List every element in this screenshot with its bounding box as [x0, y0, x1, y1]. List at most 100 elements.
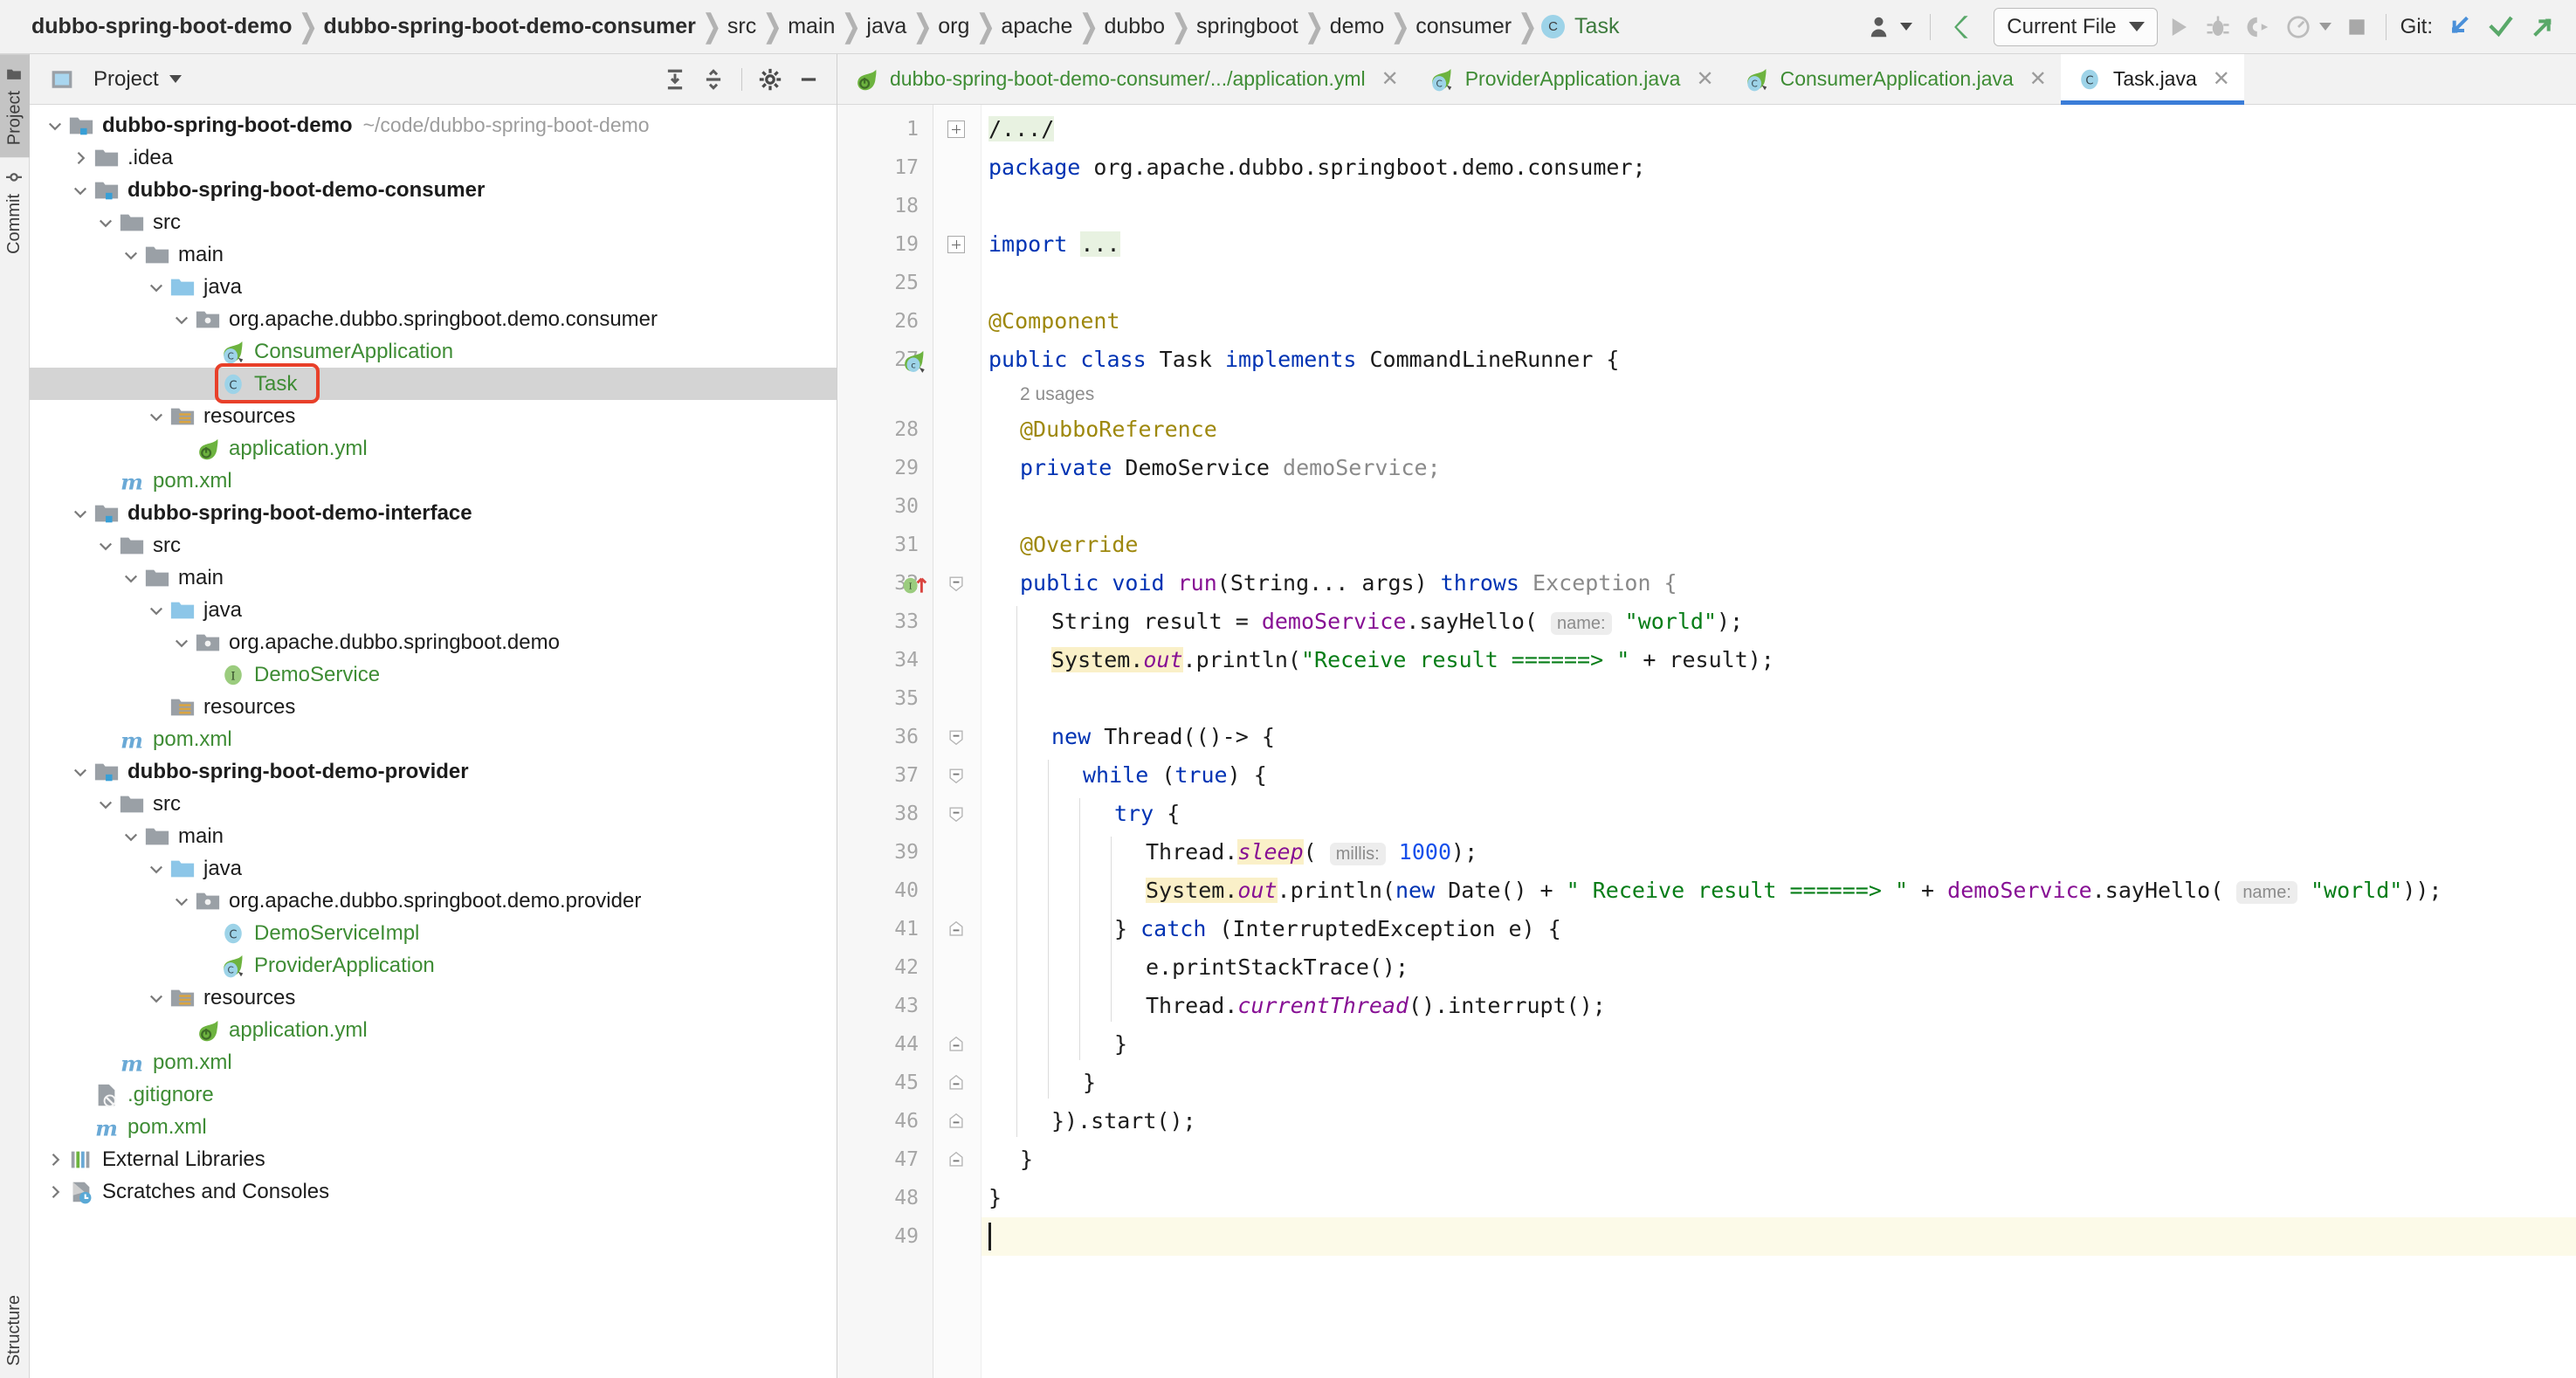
fold-collapse-icon[interactable] [946, 803, 967, 824]
rail-item-commit[interactable]: Commit [4, 157, 24, 266]
editor-tab-providerapplication.java[interactable]: CProviderApplication.java✕ [1413, 54, 1728, 104]
tree-row-demoservice[interactable]: IDemoService [30, 658, 837, 691]
tree-row-java[interactable]: java [30, 271, 837, 303]
run-icon[interactable] [2158, 9, 2198, 45]
tree-row-external-libraries[interactable]: External Libraries [30, 1143, 837, 1175]
fold-collapse-icon[interactable] [946, 1072, 967, 1093]
editor-tab-task.java[interactable]: CTask.java✕ [2061, 54, 2244, 104]
tree-row-consumerapplication[interactable]: CConsumerApplication [30, 335, 837, 368]
tree-row-.gitignore[interactable]: .gitignore [30, 1078, 837, 1111]
chevron-down-icon[interactable] [69, 502, 92, 525]
tree-row-pom.xml[interactable]: mpom.xml [30, 723, 837, 755]
close-icon[interactable]: ✕ [2029, 66, 2047, 92]
spring-bean-gutter-icon[interactable]: c [900, 348, 926, 377]
breadcrumb-item-apache[interactable]: apache [999, 14, 1074, 39]
close-icon[interactable]: ✕ [1381, 66, 1399, 92]
tree-row-application.yml[interactable]: application.yml [30, 432, 837, 465]
chevron-down-icon[interactable] [44, 114, 66, 137]
tree-row-pom.xml[interactable]: mpom.xml [30, 1111, 837, 1143]
update-project-icon[interactable] [2438, 9, 2480, 45]
chevron-down-icon[interactable] [120, 567, 142, 589]
chevron-down-icon[interactable] [94, 534, 117, 557]
fold-collapse-icon[interactable] [946, 765, 967, 786]
chevron-down-icon[interactable] [169, 75, 182, 83]
tree-row-main[interactable]: main [30, 238, 837, 271]
gear-icon[interactable] [753, 62, 788, 97]
tree-row-resources[interactable]: resources [30, 400, 837, 432]
debug-icon[interactable] [2198, 9, 2238, 45]
chevron-right-icon[interactable] [69, 147, 92, 169]
tree-row-org.apache.dubbo.springboot.demo.consumer[interactable]: org.apache.dubbo.springboot.demo.consume… [30, 303, 837, 335]
commit-icon[interactable] [2480, 9, 2522, 45]
breadcrumb-item-main[interactable]: main [786, 14, 837, 39]
tree-row-java[interactable]: java [30, 852, 837, 885]
fold-collapse-icon[interactable] [946, 727, 967, 748]
usages-inlay-hint[interactable]: 2 usages [1020, 379, 1094, 410]
implementing-method-gutter-icon[interactable]: I [902, 572, 930, 600]
hide-panel-icon[interactable] [791, 62, 826, 97]
tree-row-scratches-and-consoles[interactable]: Scratches and Consoles [30, 1175, 837, 1208]
chevron-right-icon[interactable] [44, 1181, 66, 1203]
breadcrumb-item-org[interactable]: org [936, 14, 971, 39]
fold-collapse-icon[interactable] [946, 1149, 967, 1170]
profiler-icon[interactable] [2278, 9, 2338, 45]
stop-icon[interactable] [2338, 9, 2375, 45]
chevron-down-icon[interactable] [145, 405, 168, 428]
editor-tab-dubbo-spring-boot-demo-consumer-...-application.yml[interactable]: dubbo-spring-boot-demo-consumer/.../appl… [837, 54, 1413, 104]
editor-tab-consumerapplication.java[interactable]: CConsumerApplication.java✕ [1728, 54, 2061, 104]
project-tree[interactable]: dubbo-spring-boot-demo~/code/dubbo-sprin… [30, 105, 837, 1378]
push-icon[interactable] [2522, 9, 2564, 45]
tree-row-providerapplication[interactable]: CProviderApplication [30, 949, 837, 982]
chevron-down-icon[interactable] [120, 825, 142, 848]
chevron-down-icon[interactable] [69, 761, 92, 783]
tree-row-org.apache.dubbo.springboot.demo[interactable]: org.apache.dubbo.springboot.demo [30, 626, 837, 658]
code-content[interactable]: /.../package org.apache.dubbo.springboot… [981, 105, 2576, 1378]
rail-item-structure[interactable]: Structure [4, 1283, 24, 1378]
chevron-right-icon[interactable] [44, 1148, 66, 1171]
tree-row-org.apache.dubbo.springboot.demo.provider[interactable]: org.apache.dubbo.springboot.demo.provide… [30, 885, 837, 917]
breadcrumb-item-java[interactable]: java [864, 14, 908, 39]
fold-collapse-icon[interactable] [946, 573, 967, 594]
breadcrumb-item-dubbo[interactable]: dubbo [1102, 14, 1167, 39]
chevron-down-icon[interactable] [120, 244, 142, 266]
collapse-all-icon[interactable] [696, 62, 731, 97]
chevron-down-icon[interactable] [94, 793, 117, 816]
fold-marker-gutter[interactable] [933, 105, 981, 1378]
breadcrumb-item-task[interactable]: CTask [1541, 14, 1621, 39]
chevron-down-icon[interactable] [145, 276, 168, 299]
code-editor[interactable]: 1171819252627282930313233343536373839404… [837, 105, 2576, 1378]
tree-row-main[interactable]: main [30, 820, 837, 852]
navigate-back-icon[interactable] [1941, 9, 1985, 45]
tree-row-src[interactable]: src [30, 206, 837, 238]
chevron-down-icon[interactable] [170, 308, 193, 331]
line-number-gutter[interactable]: 1171819252627282930313233343536373839404… [837, 105, 933, 1378]
run-with-coverage-icon[interactable] [2238, 9, 2278, 45]
breadcrumb-item-consumer[interactable]: consumer [1414, 14, 1513, 39]
chevron-down-icon[interactable] [69, 179, 92, 202]
tree-row-dubbo-spring-boot-demo[interactable]: dubbo-spring-boot-demo~/code/dubbo-sprin… [30, 109, 837, 141]
tree-row-src[interactable]: src [30, 529, 837, 562]
tree-row-task[interactable]: CTask [30, 368, 837, 400]
tree-row-main[interactable]: main [30, 562, 837, 594]
close-icon[interactable]: ✕ [2213, 66, 2230, 92]
tree-row-java[interactable]: java [30, 594, 837, 626]
fold-expand-icon[interactable] [946, 234, 967, 255]
run-configuration-selector[interactable]: Current File [1994, 8, 2157, 46]
breadcrumb-item-demo[interactable]: demo [1328, 14, 1387, 39]
fold-collapse-icon[interactable] [946, 919, 967, 940]
user-account-icon[interactable] [1861, 9, 1919, 45]
tree-row-src[interactable]: src [30, 788, 837, 820]
chevron-down-icon[interactable] [170, 631, 193, 654]
rail-item-project[interactable]: Project [0, 54, 30, 157]
chevron-down-icon[interactable] [145, 858, 168, 880]
chevron-down-icon[interactable] [145, 599, 168, 622]
tree-row-dubbo-spring-boot-demo-consumer[interactable]: dubbo-spring-boot-demo-consumer [30, 174, 837, 206]
breadcrumb-item-src[interactable]: src [726, 14, 758, 39]
fold-expand-icon[interactable] [946, 119, 967, 140]
tree-row-pom.xml[interactable]: mpom.xml [30, 465, 837, 497]
fold-collapse-icon[interactable] [946, 1034, 967, 1055]
fold-collapse-icon[interactable] [946, 1111, 967, 1132]
breadcrumb-item-springboot[interactable]: springboot [1195, 14, 1300, 39]
close-icon[interactable]: ✕ [1696, 66, 1713, 92]
tree-row-dubbo-spring-boot-demo-interface[interactable]: dubbo-spring-boot-demo-interface [30, 497, 837, 529]
